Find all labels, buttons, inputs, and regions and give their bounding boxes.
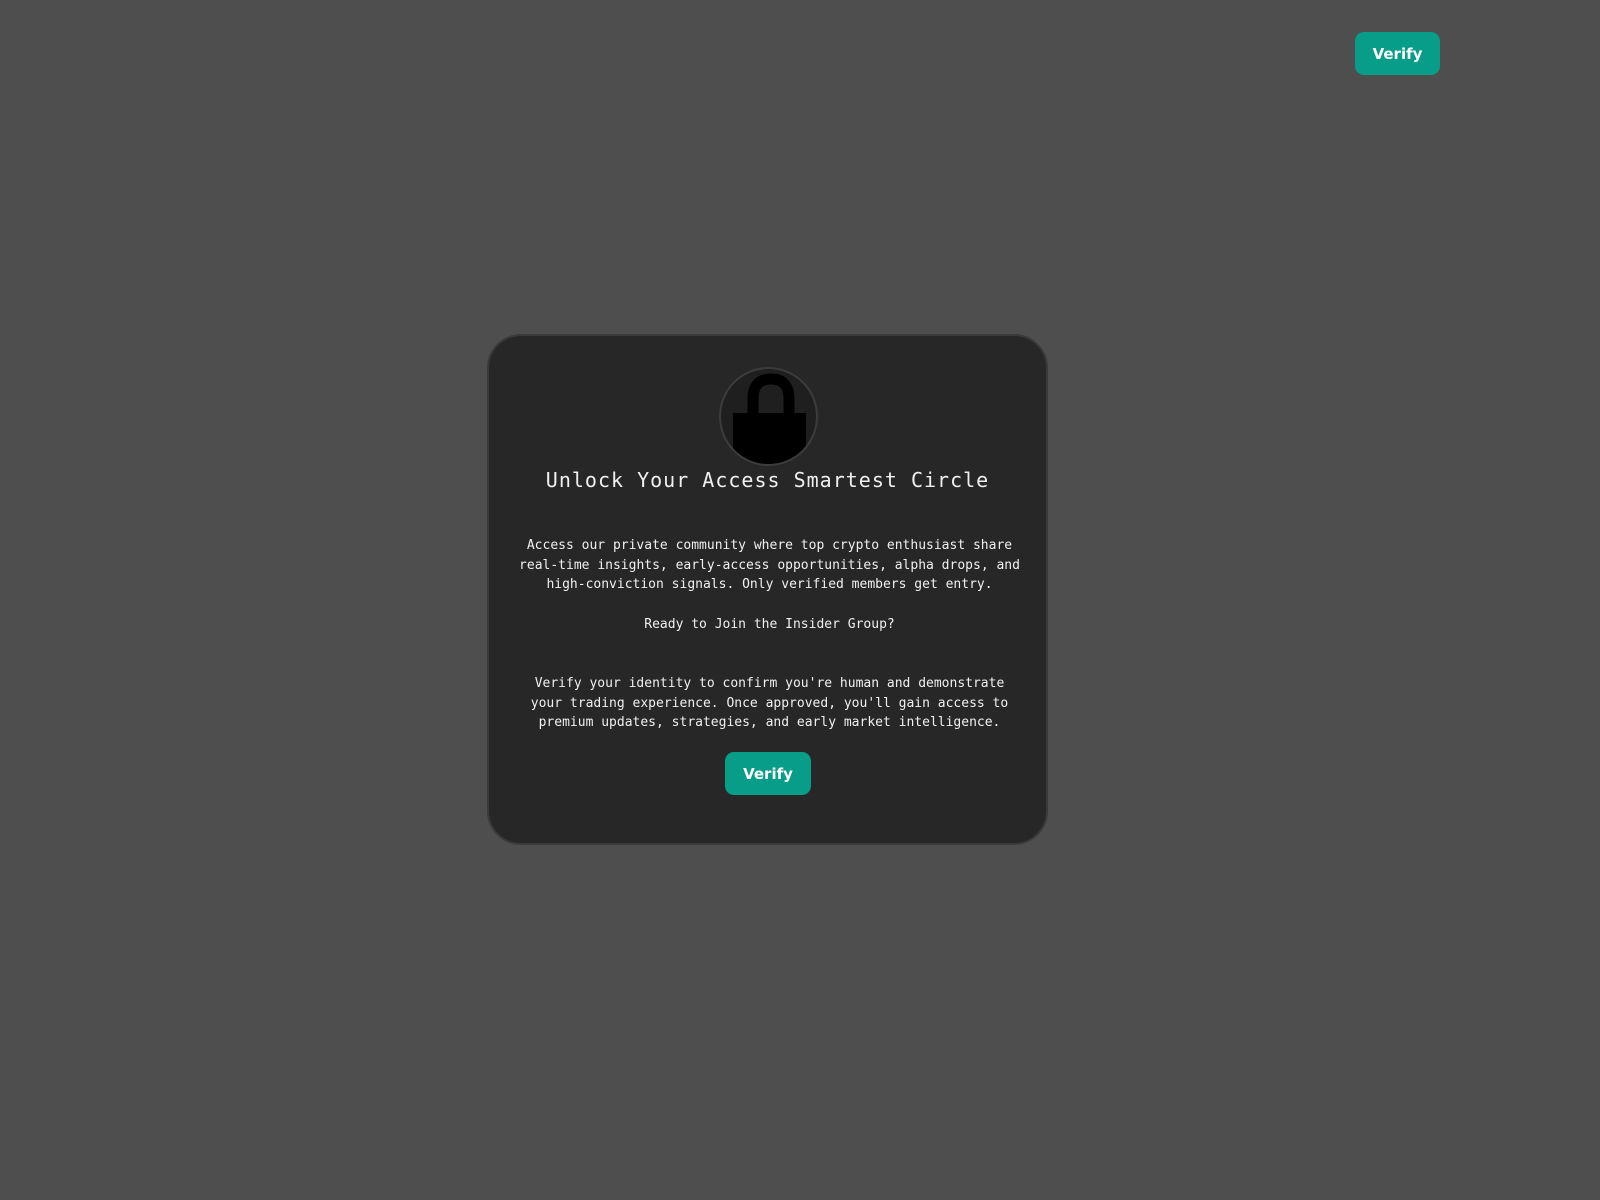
card-title: Unlock Your Access Smartest Circle [545, 468, 990, 492]
ready-prompt: Ready to Join the Insider Group? [644, 617, 895, 632]
card-verify-button[interactable]: Verify [725, 752, 811, 795]
page: Verify Unlock Your Access Smartest Circl… [0, 0, 1600, 1200]
intro-text: Access our private community where top c… [519, 538, 1020, 592]
verify-description: Verify your identity to confirm you're h… [530, 676, 1009, 730]
header-verify-button[interactable]: Verify [1355, 32, 1440, 75]
unlocked-padlock-icon [719, 367, 818, 466]
access-card: Unlock Your Access Smartest Circle Acces… [487, 334, 1048, 845]
